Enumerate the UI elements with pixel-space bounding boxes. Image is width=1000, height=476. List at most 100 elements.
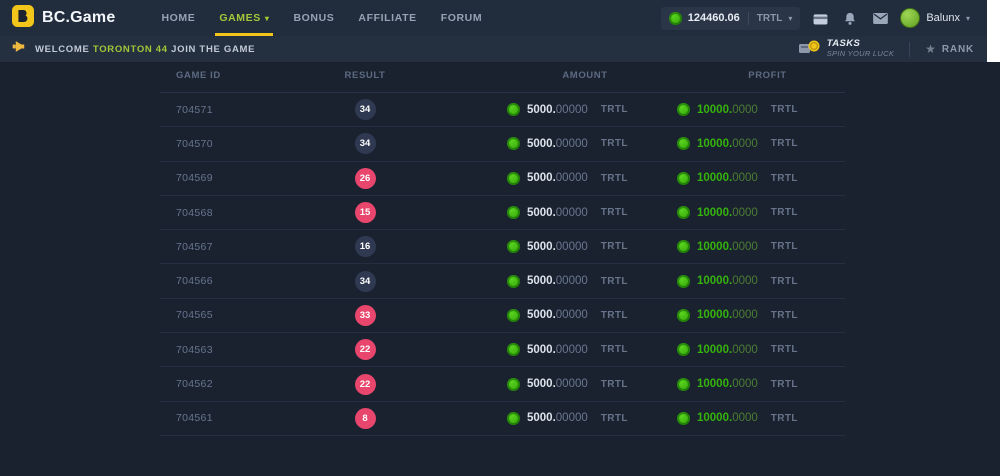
top-navigation-bar: BC.Game HOME GAMES ▾ BONUS AFFILIATE FORU… (0, 0, 1000, 36)
nav-home[interactable]: HOME (149, 0, 207, 36)
trtl-coin-icon (507, 412, 520, 425)
result-cell: 15 (305, 202, 425, 223)
table-row[interactable]: 704561 8 5000.00000 TRTL 10000.0000 TRTL (160, 402, 845, 436)
result-badge: 22 (355, 374, 376, 395)
chevron-down-icon: ▾ (265, 14, 270, 23)
game-id: 704569 (160, 172, 305, 184)
tasks-button[interactable]: TASKS SPIN YOUR LUCK (798, 38, 894, 60)
profit-cell: 10000.0000 TRTL (655, 137, 845, 150)
nav-affiliate-label: AFFILIATE (358, 12, 416, 24)
welcome-message: WELCOME TORONTON 44 JOIN THE GAME (10, 40, 255, 58)
game-id: 704568 (160, 207, 305, 219)
profit-currency: TRTL (771, 173, 798, 184)
amount-currency: TRTL (601, 241, 628, 252)
trtl-coin-icon (507, 137, 520, 150)
trtl-coin-icon (677, 240, 690, 253)
bc-game-logo-icon (12, 5, 34, 32)
trtl-coin-icon (677, 343, 690, 356)
amount-cell: 5000.00000 TRTL (425, 172, 655, 185)
amount-value: 5000.00000 (527, 104, 588, 116)
result-badge: 34 (355, 99, 376, 120)
announcement-right: TASKS SPIN YOUR LUCK ★ RANK (798, 38, 974, 60)
messages-mail-icon[interactable] (870, 8, 890, 28)
profit-value: 10000.0000 (697, 241, 758, 253)
result-badge: 33 (355, 305, 376, 326)
table-row[interactable]: 704566 34 5000.00000 TRTL 10000.0000 TRT… (160, 264, 845, 298)
chevron-down-icon: ▾ (966, 14, 970, 23)
rank-button[interactable]: ★ RANK (925, 43, 974, 55)
profit-value: 10000.0000 (697, 138, 758, 150)
welcome-text: WELCOME TORONTON 44 JOIN THE GAME (35, 44, 255, 55)
nav-bonus[interactable]: BONUS (281, 0, 346, 36)
nav-home-label: HOME (161, 12, 195, 24)
amount-cell: 5000.00000 TRTL (425, 103, 655, 116)
amount-value: 5000.00000 (527, 309, 588, 321)
megaphone-icon (10, 40, 26, 58)
pill-divider (748, 12, 749, 25)
profit-currency: TRTL (771, 413, 798, 424)
table-row[interactable]: 704562 22 5000.00000 TRTL 10000.0000 TRT… (160, 367, 845, 401)
amount-cell: 5000.00000 TRTL (425, 206, 655, 219)
result-cell: 22 (305, 374, 425, 395)
profit-value: 10000.0000 (697, 344, 758, 356)
bc-game-logo[interactable]: BC.Game (12, 5, 115, 32)
profit-currency: TRTL (771, 138, 798, 149)
trtl-coin-icon (507, 240, 520, 253)
game-id: 704566 (160, 275, 305, 287)
table-row[interactable]: 704565 33 5000.00000 TRTL 10000.0000 TRT… (160, 299, 845, 333)
amount-cell: 5000.00000 TRTL (425, 240, 655, 253)
profit-cell: 10000.0000 TRTL (655, 378, 845, 391)
trtl-coin-icon (507, 172, 520, 185)
game-id: 704570 (160, 138, 305, 150)
trtl-coin-icon (507, 309, 520, 322)
notifications-bell-icon[interactable] (840, 8, 860, 28)
table-row[interactable]: 704571 34 5000.00000 TRTL 10000.0000 TRT… (160, 93, 845, 127)
result-cell: 26 (305, 168, 425, 189)
table-row[interactable]: 704569 26 5000.00000 TRTL 10000.0000 TRT… (160, 162, 845, 196)
tasks-labels: TASKS SPIN YOUR LUCK (827, 39, 894, 59)
table-row[interactable]: 704568 15 5000.00000 TRTL 10000.0000 TRT… (160, 196, 845, 230)
profit-currency: TRTL (771, 379, 798, 390)
table-header-row: GAME ID RESULT AMOUNT PROFIT (160, 70, 845, 93)
nav-games[interactable]: GAMES ▾ (207, 0, 281, 36)
main-nav: HOME GAMES ▾ BONUS AFFILIATE FORUM (149, 0, 494, 36)
profit-cell: 10000.0000 TRTL (655, 240, 845, 253)
table-row[interactable]: 704567 16 5000.00000 TRTL 10000.0000 TRT… (160, 230, 845, 264)
nav-forum[interactable]: FORUM (429, 0, 495, 36)
profit-currency: TRTL (771, 344, 798, 355)
amount-value: 5000.00000 (527, 172, 588, 184)
scrollbar-corner (987, 0, 1000, 62)
amount-currency: TRTL (601, 207, 628, 218)
result-cell: 16 (305, 236, 425, 257)
profit-cell: 10000.0000 TRTL (655, 275, 845, 288)
game-id: 704567 (160, 241, 305, 253)
amount-currency: TRTL (601, 104, 628, 115)
profit-value: 10000.0000 (697, 275, 758, 287)
table-row[interactable]: 704570 34 5000.00000 TRTL 10000.0000 TRT… (160, 127, 845, 161)
wallet-icon[interactable] (810, 8, 830, 28)
welcome-prefix: WELCOME (35, 44, 90, 55)
profit-currency: TRTL (771, 241, 798, 252)
trtl-coin-icon (677, 137, 690, 150)
game-id: 704565 (160, 309, 305, 321)
amount-cell: 5000.00000 TRTL (425, 343, 655, 356)
nav-affiliate[interactable]: AFFILIATE (346, 0, 428, 36)
amount-value: 5000.00000 (527, 138, 588, 150)
result-badge: 26 (355, 168, 376, 189)
trtl-coin-icon (677, 378, 690, 391)
trtl-coin-icon (677, 103, 690, 116)
trtl-coin-icon (507, 206, 520, 219)
nav-bonus-label: BONUS (293, 12, 334, 24)
balance-selector[interactable]: 124460.06 TRTL ▾ (661, 7, 801, 30)
trtl-coin-icon (507, 343, 520, 356)
result-badge: 16 (355, 236, 376, 257)
column-header-result: RESULT (305, 70, 425, 81)
amount-cell: 5000.00000 TRTL (425, 137, 655, 150)
profit-cell: 10000.0000 TRTL (655, 343, 845, 356)
user-menu[interactable]: Balunx ▾ (900, 8, 970, 28)
amount-currency: TRTL (601, 310, 628, 321)
table-row[interactable]: 704563 22 5000.00000 TRTL 10000.0000 TRT… (160, 333, 845, 367)
nav-games-label: GAMES (219, 12, 261, 24)
profit-value: 10000.0000 (697, 172, 758, 184)
result-cell: 34 (305, 99, 425, 120)
